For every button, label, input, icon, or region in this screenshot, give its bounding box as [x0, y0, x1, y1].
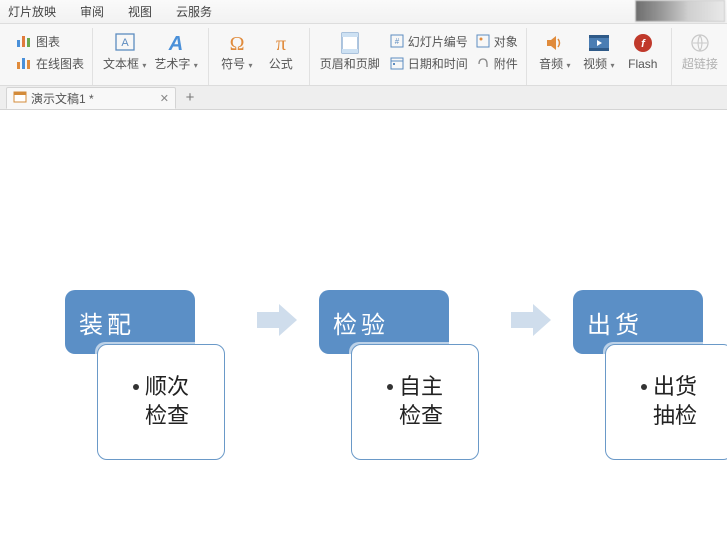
slide-number-label: 幻灯片编号 — [408, 33, 468, 50]
bullet-icon — [133, 384, 139, 390]
wordart-label: 艺术字 ▾ — [154, 57, 197, 71]
object-icon — [476, 34, 490, 48]
flow-step-1-detail: 顺次 检查 — [145, 373, 189, 430]
document-tab-title: 演示文稿1 * — [31, 90, 94, 107]
attachment-icon — [476, 56, 490, 70]
audio-label: 音频 ▾ — [539, 57, 570, 71]
document-tab-bar: 演示文稿1 * ✕ + — [0, 86, 727, 110]
svg-text:#: # — [395, 37, 400, 46]
audio-button[interactable]: 音频 ▾ — [533, 30, 577, 84]
bullet-icon — [387, 384, 393, 390]
menu-cloud[interactable]: 云服务 — [176, 3, 212, 20]
slide-number-icon: # — [390, 34, 404, 48]
video-button[interactable]: 视频 ▾ — [577, 30, 621, 84]
online-chart-label: 在线图表 — [36, 55, 84, 72]
chart-button[interactable]: 图表 — [14, 30, 86, 52]
ribbon-group-link: 超链接 动作 — [672, 28, 727, 85]
document-tab-active[interactable]: 演示文稿1 * ✕ — [6, 87, 176, 109]
equation-button[interactable]: π 公式 — [259, 30, 303, 84]
svg-text:A: A — [121, 37, 129, 49]
menu-review[interactable]: 审阅 — [80, 3, 104, 20]
hyperlink-button: 超链接 — [678, 30, 722, 84]
ribbon: 图表 在线图表 A 文本框 ▾ A 艺术字 ▾ — [0, 24, 727, 86]
wordart-icon: A — [165, 32, 187, 54]
presentation-file-icon — [13, 90, 27, 107]
object-label: 对象 — [494, 33, 518, 50]
symbol-button[interactable]: Ω 符号 ▾ — [215, 30, 259, 84]
symbol-label: 符号 ▾ — [221, 57, 252, 71]
arrow-icon — [509, 300, 553, 340]
flow-step-2[interactable]: 检验 自主 检查 — [319, 290, 489, 465]
menu-slideshow[interactable]: 灯片放映 — [8, 3, 56, 20]
date-time-label: 日期和时间 — [408, 55, 468, 72]
flash-button[interactable]: f Flash — [621, 30, 665, 84]
flow-step-3[interactable]: 出货 出货 抽检 — [573, 290, 727, 465]
svg-text:π: π — [276, 33, 286, 54]
online-chart-button[interactable]: 在线图表 — [14, 52, 86, 74]
flow-step-1-body[interactable]: 顺次 检查 — [97, 344, 225, 460]
slide-canvas[interactable]: 装配 顺次 检查 检验 自主 检查 出货 出货 抽检 — [0, 110, 727, 550]
attachment-button[interactable]: 附件 — [474, 52, 520, 74]
smartart-flow[interactable]: 装配 顺次 检查 检验 自主 检查 出货 出货 抽检 — [65, 290, 727, 465]
ribbon-group-text: A 文本框 ▾ A 艺术字 ▾ — [93, 28, 209, 85]
slide-number-button[interactable]: # 幻灯片编号 — [388, 30, 470, 52]
ribbon-group-chart: 图表 在线图表 — [8, 28, 93, 85]
online-chart-icon — [16, 56, 32, 70]
header-footer-label: 页眉和页脚 — [320, 57, 380, 71]
wordart-button[interactable]: A 艺术字 ▾ — [150, 30, 201, 84]
hyperlink-label: 超链接 — [682, 57, 718, 71]
textbox-button[interactable]: A 文本框 ▾ — [99, 30, 150, 84]
date-time-icon — [390, 56, 404, 70]
header-footer-icon — [340, 32, 360, 54]
flow-step-1[interactable]: 装配 顺次 检查 — [65, 290, 235, 465]
chart-icon — [16, 34, 32, 48]
flow-step-2-detail: 自主 检查 — [399, 373, 443, 430]
flow-step-3-detail: 出货 抽检 — [653, 373, 697, 430]
action-button: 动作 — [722, 30, 727, 84]
flow-step-3-body[interactable]: 出货 抽检 — [605, 344, 727, 460]
ribbon-group-symbol: Ω 符号 ▾ π 公式 — [209, 28, 310, 85]
textbox-label: 文本框 ▾ — [103, 57, 146, 71]
flash-icon: f — [633, 32, 653, 54]
pi-icon: π — [270, 32, 292, 54]
svg-text:Ω: Ω — [229, 33, 244, 54]
date-time-button[interactable]: 日期和时间 — [388, 52, 470, 74]
audio-icon — [545, 32, 565, 54]
menu-bar: 灯片放映 审阅 视图 云服务 — [0, 0, 727, 24]
omega-icon: Ω — [226, 32, 248, 54]
new-tab-button[interactable]: + — [180, 87, 200, 107]
attachment-label: 附件 — [494, 55, 518, 72]
arrow-icon — [255, 300, 299, 340]
object-button[interactable]: 对象 — [474, 30, 520, 52]
equation-label: 公式 — [269, 57, 293, 71]
ribbon-group-hf: 页眉和页脚 # 幻灯片编号 日期和时间 对象 附件 — [310, 28, 527, 85]
flash-label: Flash — [628, 57, 657, 71]
chart-label: 图表 — [36, 33, 60, 50]
close-tab-button[interactable]: ✕ — [160, 92, 169, 105]
video-icon — [588, 32, 610, 54]
textbox-icon: A — [115, 32, 135, 54]
ribbon-group-media: 音频 ▾ 视频 ▾ f Flash — [527, 28, 672, 85]
menu-view[interactable]: 视图 — [128, 3, 152, 20]
svg-text:A: A — [168, 33, 183, 54]
flow-step-2-body[interactable]: 自主 检查 — [351, 344, 479, 460]
video-label: 视频 ▾ — [583, 57, 614, 71]
hyperlink-icon — [690, 32, 710, 54]
bullet-icon — [641, 384, 647, 390]
header-footer-button[interactable]: 页眉和页脚 — [316, 30, 384, 84]
user-avatar-area[interactable] — [635, 0, 725, 22]
